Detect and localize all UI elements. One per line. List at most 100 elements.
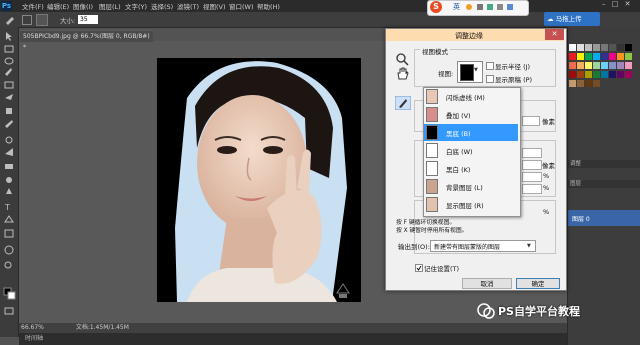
menu-edit[interactable]: 编辑(E) — [47, 1, 69, 11]
remember-settings-label: 记住设置(T) — [424, 265, 460, 273]
view-hint-x: 按 X 键暂时停用所有视图。 — [396, 228, 468, 234]
chevron-down-icon: ▼ — [474, 67, 478, 73]
portrait-image — [157, 58, 361, 302]
doc-info[interactable]: 文档:1.45M/1.45M — [76, 324, 129, 331]
hand-tool-icon[interactable] — [395, 66, 409, 80]
layer-name: 图层 0 — [572, 216, 590, 223]
view-option-label: 闪烁虚线 (M) — [446, 94, 485, 102]
checkmark-icon — [416, 265, 422, 271]
ime-mode-label[interactable]: 英 — [453, 2, 460, 12]
menu-view[interactable]: 视图(V) — [203, 1, 226, 11]
cloud-upload-button[interactable]: ☁ 马拖上传 — [544, 12, 600, 26]
zoom-level[interactable]: 66.67% — [21, 324, 44, 331]
view-option-on-white[interactable]: 白底 (W) — [424, 142, 518, 159]
feather-input[interactable] — [522, 160, 542, 170]
adjustments-panel-tab[interactable]: 调整 — [568, 160, 640, 168]
view-option-label: 黑白 (K) — [446, 166, 471, 174]
view-option-on-black[interactable]: 黑底 (B) — [424, 124, 518, 141]
on-white-thumb-icon — [426, 143, 438, 158]
view-mode-label: 视图模式 — [420, 46, 450, 56]
view-option-label: 叠加 (V) — [446, 112, 471, 120]
status-bar: 66.67% 文档:1.45M/1.45M — [19, 323, 567, 333]
menu-select[interactable]: 选择(S) — [151, 1, 173, 11]
brush-tool-icon[interactable] — [4, 14, 16, 25]
output-to-value: 新建带有图层蒙版的图层 — [434, 244, 501, 251]
maximize-icon[interactable]: □ — [612, 0, 619, 8]
radius-unit: 像素 — [542, 118, 555, 126]
remember-settings-checkbox[interactable] — [415, 264, 423, 272]
view-hint-f: 按 F 键循环切换视图。 — [396, 220, 456, 226]
refine-radius-icon[interactable] — [36, 14, 48, 26]
view-selector[interactable]: ▼ — [457, 61, 483, 83]
layers-panel-tab[interactable]: 图层 — [568, 180, 640, 188]
view-option-overlay[interactable]: 叠加 (V) — [424, 106, 518, 123]
window-controls[interactable]: – □ ✕ — [602, 0, 640, 10]
view-label: 视图: — [438, 70, 454, 78]
brush-size-label: 大小: — [60, 17, 76, 25]
overlay-thumb-icon — [426, 107, 438, 122]
refine-radius-tool-icon[interactable] — [395, 96, 411, 110]
output-to-select[interactable]: 新建带有图层蒙版的图层 ▼ — [430, 240, 536, 252]
menu-file[interactable]: 文件(F) — [22, 1, 44, 11]
cloud-upload-label: 马拖上传 — [555, 15, 582, 23]
view-option-label: 显示图层 (R) — [446, 202, 484, 210]
svg-text:T: T — [4, 203, 10, 212]
photo-watermark-icon — [336, 283, 350, 298]
ime-tool-icons[interactable] — [465, 2, 520, 12]
wechat-icon — [477, 303, 495, 319]
show-radius-label: 显示半径 (J) — [495, 63, 531, 71]
view-hints: 按 F 键循环切换视图。 按 X 键暂时停用所有视图。 — [396, 219, 467, 235]
menu-window[interactable]: 窗口(W) — [229, 1, 254, 11]
menu-help[interactable]: 帮助(H) — [257, 1, 280, 11]
document-tab[interactable]: 505BPICbd9.jpg @ 66.7%(图层 0, RGB/8#) * — [20, 30, 153, 51]
chevron-down-icon: ▼ — [527, 243, 531, 249]
view-thumbnail — [460, 64, 474, 81]
view-option-label: 背景图层 (L) — [446, 184, 483, 192]
view-option-marching-ants[interactable]: 闪烁虚线 (M) — [424, 88, 518, 105]
black-white-thumb-icon — [426, 161, 438, 176]
contrast-unit: % — [543, 172, 550, 180]
contrast-input[interactable] — [522, 172, 542, 182]
timeline-panel-tab[interactable]: 时间轴 — [19, 333, 567, 345]
decontaminate-unit: % — [543, 208, 550, 216]
brush-size-input[interactable]: 35 — [78, 15, 98, 24]
cancel-button[interactable]: 取消 — [462, 278, 512, 289]
dialog-title: 调整边缘 — [455, 32, 483, 40]
on-black-thumb-icon — [426, 125, 438, 140]
cloud-icon: ☁ — [547, 15, 554, 23]
watermark-text: PS自学平台教程 — [498, 305, 580, 318]
view-option-label: 白底 (W) — [446, 148, 473, 156]
radius-input[interactable] — [522, 116, 540, 126]
shift-edge-unit: % — [543, 184, 550, 192]
swatches-grid[interactable] — [569, 44, 639, 114]
show-original-checkbox[interactable] — [486, 75, 494, 83]
close-icon[interactable]: ✕ — [625, 0, 631, 8]
minimize-icon[interactable]: – — [602, 0, 606, 8]
document-photo[interactable] — [157, 58, 361, 302]
marching-ants-thumb-icon — [426, 89, 438, 104]
show-original-label: 显示原稿 (P) — [495, 76, 533, 84]
shift-edge-input[interactable] — [522, 184, 542, 194]
view-option-on-layers[interactable]: 背景图层 (L) — [424, 178, 518, 195]
view-option-reveal-layer[interactable]: 显示图层 (R) — [424, 196, 518, 213]
dialog-close-button[interactable]: ✕ — [545, 29, 564, 40]
sogou-logo-icon[interactable]: S — [430, 1, 442, 13]
photoshop-logo: Ps — [1, 1, 12, 11]
tool-preset-picker[interactable] — [22, 15, 32, 25]
menu-filter[interactable]: 滤镜(T) — [177, 1, 199, 11]
layer-row[interactable]: 图层 0 — [568, 210, 640, 226]
on-layers-thumb-icon — [426, 179, 438, 194]
menu-layer[interactable]: 图层(L) — [99, 1, 121, 11]
tool-icons[interactable]: T — [2, 30, 17, 320]
view-option-black-white[interactable]: 黑白 (K) — [424, 160, 518, 177]
feather-unit: 像素 — [542, 162, 555, 170]
menu-type[interactable]: 文字(Y) — [125, 1, 147, 11]
menu-image[interactable]: 图像(I) — [73, 1, 93, 11]
reveal-layer-thumb-icon — [426, 197, 438, 212]
show-radius-checkbox[interactable] — [486, 62, 494, 70]
smooth-input[interactable] — [522, 148, 542, 158]
output-to-label: 输出到(O): — [398, 243, 430, 251]
ok-button[interactable]: 确定 — [516, 278, 560, 289]
menu-bar — [0, 0, 640, 12]
zoom-tool-icon[interactable] — [395, 52, 409, 66]
